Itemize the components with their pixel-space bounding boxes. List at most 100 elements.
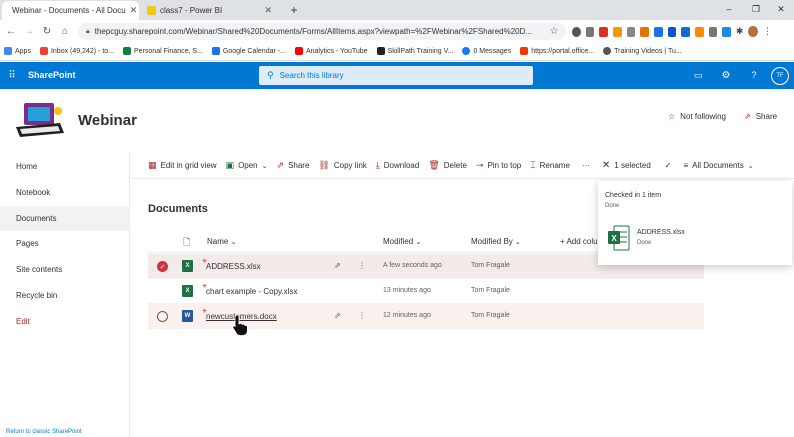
help-icon[interactable]: ? (748, 69, 760, 81)
bookmark-label: SkillPath Training V... (387, 47, 454, 55)
row-select-circle[interactable] (157, 311, 168, 322)
pin-to-top-button[interactable]: ⊸ Pin to top (476, 160, 521, 171)
edit-grid-button[interactable]: ▦ Edit in grid view (148, 160, 217, 171)
rename-button[interactable]: ⌶ Rename (530, 160, 570, 171)
nav-edit-link[interactable]: Edit (0, 309, 129, 334)
home-icon[interactable]: ⌂ (59, 25, 71, 37)
file-type-header-icon[interactable]: 🗋︎ (183, 235, 190, 251)
extension-icon[interactable] (681, 26, 690, 37)
site-share-button[interactable]: ⇗ Share (744, 112, 777, 121)
extension-icon[interactable] (599, 26, 608, 37)
modified-date: A few seconds ago (383, 262, 442, 269)
delete-button[interactable]: 🗑︎ Delete (428, 160, 467, 171)
grid-icon: ▦ (148, 160, 157, 170)
copy-link-button[interactable]: ⛓ Copy link (318, 160, 366, 171)
skillpath-icon (376, 47, 385, 55)
clear-selection-button[interactable]: ✕ 1 selected (602, 160, 651, 171)
extension-icon[interactable] (667, 26, 677, 37)
nav-item-recycle-bin[interactable]: Recycle bin (0, 283, 129, 308)
extension-icon[interactable] (626, 26, 636, 37)
close-tab-icon[interactable]: ✕ (264, 5, 272, 16)
follow-button[interactable]: ☆ Not following (668, 112, 726, 121)
column-header-modified[interactable]: Modified ⌄ (383, 237, 421, 246)
download-button[interactable]: ⤓ Download (376, 160, 420, 171)
nav-item-pages[interactable]: Pages (0, 231, 129, 256)
bookmark[interactable]: 0 Messages (462, 47, 511, 55)
tab-title: Webinar - Documents - All Docu (12, 6, 126, 15)
command-label: Open (238, 161, 258, 170)
chevron-down-icon: ⌄ (415, 239, 422, 246)
more-actions-icon[interactable]: ⋮ (358, 311, 366, 320)
lock-icon: 🔒︎ (86, 27, 90, 35)
nav-item-site-contents[interactable]: Site contents (0, 257, 129, 282)
check-icon[interactable]: ✓ (665, 161, 672, 170)
app-launcher-icon[interactable]: ⠿ (6, 69, 18, 81)
modified-by[interactable]: Tom Fragale (471, 262, 510, 269)
extension-icon[interactable] (694, 26, 704, 37)
powerbi-favicon-icon (147, 6, 156, 15)
nav-item-home[interactable]: Home (0, 154, 129, 179)
view-switcher[interactable]: ≡ All Documents ⌄ (683, 161, 753, 170)
library-title: Documents (148, 203, 208, 215)
new-tab-icon[interactable]: + (287, 3, 301, 17)
close-window-icon[interactable]: ✕ (774, 2, 788, 16)
bookmark[interactable]: Inbox (49,242) - to... (39, 47, 114, 55)
feedback-icon[interactable]: ▭ (692, 69, 704, 81)
share-icon[interactable]: ⇗ (334, 311, 341, 320)
share-icon[interactable]: ⇗ (334, 261, 341, 270)
more-actions-icon[interactable]: ⋮ (358, 261, 366, 270)
minimize-icon[interactable]: – (722, 2, 736, 16)
extension-icon[interactable] (572, 26, 581, 37)
browser-tab[interactable]: class7 - Power BI ✕ (141, 1, 278, 20)
extension-icon[interactable] (653, 26, 663, 37)
address-bar[interactable]: 🔒︎ thepcguy.sharepoint.com/Webinar/Share… (78, 23, 566, 40)
column-label: Modified By (471, 237, 513, 246)
column-header-modified-by[interactable]: Modified By ⌄ (471, 237, 521, 246)
extension-icon[interactable] (708, 26, 718, 37)
bookmark-star-icon[interactable]: ☆ (548, 25, 560, 37)
app-name[interactable]: SharePoint (28, 70, 76, 80)
search-box[interactable]: ⚲ Search this library (259, 66, 533, 85)
bookmark[interactable]: Analytics - YouTube (294, 47, 368, 55)
close-tab-icon[interactable]: ✕ (130, 5, 138, 16)
add-column-button[interactable]: + Add colu (560, 237, 598, 246)
bookmark[interactable]: Google Calendar -... (211, 47, 286, 55)
file-name[interactable]: ADDRESS.xlsx (206, 262, 261, 271)
back-icon[interactable]: ← (5, 25, 17, 37)
panel-file-name[interactable]: ADDRESS.xlsx (637, 229, 685, 236)
extension-icon[interactable] (585, 26, 595, 37)
more-commands-button[interactable]: ··· (582, 161, 590, 170)
modified-by[interactable]: Tom Fragale (471, 287, 510, 294)
bookmark[interactable]: Apps (4, 47, 31, 55)
site-title[interactable]: Webinar (78, 112, 137, 129)
extension-icon[interactable] (722, 26, 731, 37)
settings-gear-icon[interactable]: ⚙ (720, 69, 732, 81)
extension-icon[interactable] (640, 26, 649, 37)
extension-icon[interactable] (612, 26, 622, 37)
nav-item-documents[interactable]: Documents (0, 206, 129, 231)
file-name[interactable]: chart example - Copy.xlsx (206, 287, 297, 296)
command-label: Pin to top (487, 161, 522, 170)
bookmark[interactable]: SkillPath Training V... (376, 47, 454, 55)
reload-icon[interactable]: ↻ (41, 25, 53, 37)
bookmark[interactable]: https://portal.office... (520, 47, 594, 55)
command-label: Edit in grid view (160, 161, 217, 170)
site-logo[interactable] (14, 99, 66, 141)
profile-avatar-icon[interactable] (748, 26, 758, 37)
chrome-menu-icon[interactable]: ⋮ (763, 26, 772, 37)
forward-icon[interactable]: → (23, 25, 35, 37)
share-button[interactable]: ⇗ Share (277, 160, 310, 171)
selected-check-icon[interactable]: ✓ (157, 261, 168, 272)
bookmark[interactable]: Personal Finance, S... (123, 47, 203, 55)
column-header-name[interactable]: Name ⌄ (207, 237, 236, 246)
table-row[interactable]: X ✳ chart example - Copy.xlsx 13 minutes… (148, 279, 704, 304)
open-button[interactable]: ▣ Open ⌄ (226, 160, 268, 171)
maximize-icon[interactable]: ❐ (749, 2, 763, 16)
bookmark[interactable]: Training Videos | Tu... (603, 47, 682, 55)
user-avatar[interactable]: TF (771, 67, 789, 85)
modified-by[interactable]: Tom Fragale (471, 312, 510, 319)
nav-item-notebook[interactable]: Notebook (0, 180, 129, 205)
classic-sharepoint-link[interactable]: Return to classic SharePoint (6, 429, 82, 435)
browser-tab-active[interactable]: Webinar - Documents - All Docu ✕ (2, 1, 139, 20)
puzzle-icon[interactable]: ✱ (736, 26, 744, 37)
